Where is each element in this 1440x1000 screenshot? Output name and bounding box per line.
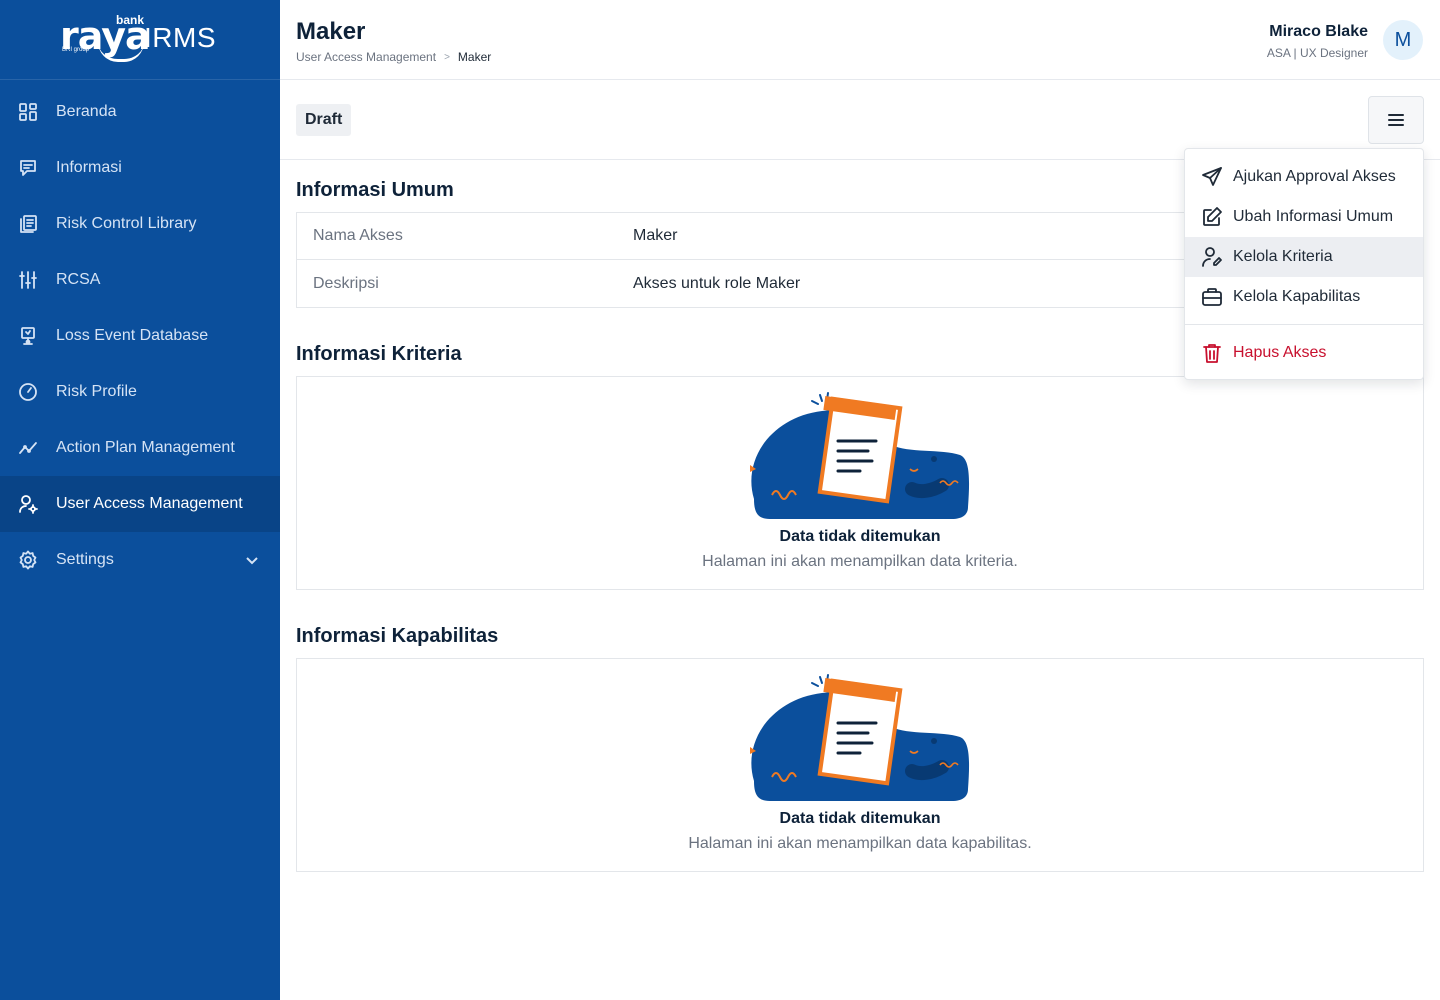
sidebar-nav: Beranda Informasi Risk Control Library R…	[0, 80, 280, 588]
sidebar-item-risk-control-library[interactable]: Risk Control Library	[0, 196, 280, 252]
sidebar-item-label: Risk Profile	[56, 383, 137, 400]
sidebar-item-rcsa[interactable]: RCSA	[0, 252, 280, 308]
empty-state-title: Data tidak ditemukan	[779, 810, 941, 827]
empty-document-illustration	[750, 674, 970, 801]
menu-item-label: Ubah Informasi Umum	[1233, 208, 1394, 225]
info-key: Nama Akses	[313, 227, 403, 244]
page-header: Maker User Access Management > Maker Mir…	[280, 0, 1440, 80]
sidebar-item-beranda[interactable]: Beranda	[0, 84, 280, 140]
sidebar-item-label: Informasi	[56, 159, 122, 176]
empty-document-illustration	[750, 392, 970, 519]
sidebar-item-label: Risk Control Library	[56, 215, 197, 232]
breadcrumb-current: Maker	[457, 50, 492, 64]
info-key: Deskripsi	[313, 274, 379, 292]
send-icon	[1201, 166, 1223, 188]
gear-icon	[18, 550, 38, 570]
sidebar-item-label: Beranda	[56, 103, 117, 120]
status-badge: Draft	[296, 104, 352, 136]
user-role: ASA | UX Designer	[1266, 46, 1368, 60]
capabilities-empty-state: Data tidak ditemukan Halaman ini akan me…	[296, 658, 1424, 872]
sidebar-item-label: Settings	[56, 551, 114, 568]
section-title-criteria: Informasi Kriteria	[296, 343, 462, 365]
presentation-icon	[18, 326, 38, 346]
message-icon	[18, 158, 38, 178]
section-title-capabilities: Informasi Kapabilitas	[296, 625, 499, 647]
menu-item-label: Ajukan Approval Akses	[1233, 168, 1396, 185]
user-name: Miraco Blake	[1269, 23, 1368, 40]
sidebar-item-loss-event-database[interactable]: Loss Event Database	[0, 308, 280, 364]
brand-logo[interactable]: raya bank IRMS BRI group	[0, 0, 280, 80]
user-edit-icon	[1201, 246, 1223, 268]
menu-item-kelola-kapabilitas[interactable]: Kelola Kapabilitas	[1185, 277, 1423, 317]
empty-state-description: Halaman ini akan menampilkan data kapabi…	[688, 835, 1032, 852]
edit-icon	[1201, 206, 1223, 228]
info-value: Akses untuk role Maker	[633, 274, 801, 292]
sidebar-item-informasi[interactable]: Informasi	[0, 140, 280, 196]
menu-divider	[1185, 324, 1423, 325]
user-gear-icon	[18, 494, 38, 514]
menu-item-ajukan-approval-akses[interactable]: Ajukan Approval Akses	[1185, 157, 1423, 197]
sidebar-item-label: Loss Event Database	[56, 327, 209, 344]
menu-item-label: Kelola Kriteria	[1233, 248, 1333, 265]
trash-icon	[1201, 342, 1223, 364]
menu-item-kelola-kriteria[interactable]: Kelola Kriteria	[1185, 237, 1423, 277]
breadcrumb-separator: >	[444, 51, 450, 63]
grid-icon	[18, 102, 38, 122]
sidebar: raya bank IRMS BRI group Beranda Informa…	[0, 0, 280, 1000]
info-value: Maker	[633, 227, 678, 244]
briefcase-icon	[1201, 286, 1223, 308]
sidebar-item-action-plan-management[interactable]: Action Plan Management	[0, 420, 280, 476]
library-icon	[18, 214, 38, 234]
empty-state-title: Data tidak ditemukan	[779, 528, 941, 545]
sidebar-item-label: User Access Management	[56, 495, 243, 512]
trend-icon	[18, 438, 38, 458]
menu-item-ubah-informasi-umum[interactable]: Ubah Informasi Umum	[1185, 197, 1423, 237]
hamburger-icon	[1388, 114, 1404, 126]
sidebar-item-user-access-management[interactable]: User Access Management	[0, 476, 280, 532]
logo-tagline: bank	[116, 13, 145, 27]
logo-product: IRMS	[144, 22, 216, 53]
sidebar-item-label: Action Plan Management	[56, 439, 235, 456]
section-title-general-info: Informasi Umum	[296, 179, 454, 201]
menu-item-label: Kelola Kapabilitas	[1233, 288, 1361, 305]
actions-dropdown-menu: Ajukan Approval Akses Ubah Informasi Umu…	[1184, 148, 1424, 380]
avatar[interactable]: M	[1383, 20, 1423, 60]
criteria-empty-state: Data tidak ditemukan Halaman ini akan me…	[296, 376, 1424, 590]
sidebar-item-label: RCSA	[56, 271, 101, 288]
breadcrumb-link-user-access-management[interactable]: User Access Management	[296, 50, 436, 64]
gauge-icon	[18, 382, 38, 402]
page-title: Maker	[296, 18, 366, 45]
menu-item-hapus-akses[interactable]: Hapus Akses	[1185, 333, 1423, 373]
menu-item-label: Hapus Akses	[1233, 344, 1327, 361]
sliders-icon	[18, 270, 38, 290]
actions-menu-button[interactable]	[1368, 96, 1424, 144]
chevron-down-icon[interactable]	[244, 552, 260, 568]
sidebar-item-risk-profile[interactable]: Risk Profile	[0, 364, 280, 420]
logo-smile-mark	[98, 42, 144, 62]
breadcrumb: User Access Management > Maker	[296, 50, 491, 64]
logo-group: BRI group	[62, 47, 90, 53]
empty-state-description: Halaman ini akan menampilkan data kriter…	[702, 553, 1018, 570]
sidebar-item-settings[interactable]: Settings	[0, 532, 280, 588]
